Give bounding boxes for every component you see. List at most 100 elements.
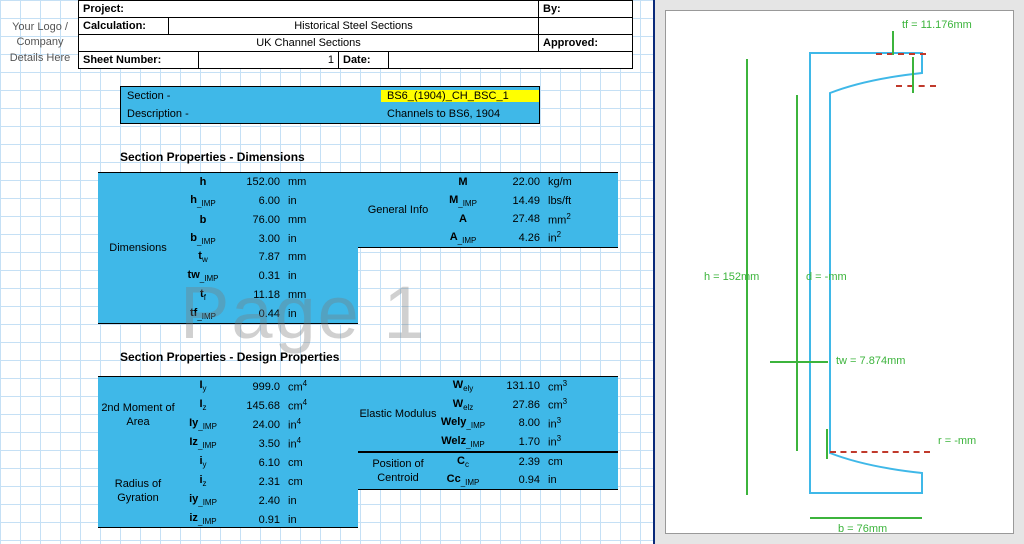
- symbol: h: [178, 176, 228, 188]
- symbol: M: [438, 176, 488, 188]
- radius-gyration-label: Radius of Gyration: [98, 453, 178, 529]
- symbol: h_IMP: [178, 194, 228, 208]
- unit: mm: [288, 251, 338, 263]
- dimensions-rows: h152.00mmh_IMP6.00inb76.00mmb_IMP3.00int…: [178, 173, 358, 323]
- dim-line-tw: [770, 361, 828, 363]
- unit: mm2: [548, 212, 598, 227]
- general-info-rows: M22.00kg/mM_IMP14.49lbs/ftA27.48mm2A_IMP…: [438, 173, 618, 247]
- data-row: A27.48mm2: [438, 210, 618, 229]
- header-table: Project: By: Calculation: Historical Ste…: [78, 0, 633, 69]
- value: 4.26: [488, 232, 548, 244]
- design-left-block: 2nd Moment of Area Iy999.0cm4Iz145.68cm4…: [98, 376, 358, 528]
- symbol: tf: [178, 288, 228, 302]
- data-row: Wely131.10cm3: [438, 377, 618, 396]
- centroid-block: Position of Centroid Cc2.39cmCc_IMP0.94i…: [358, 452, 618, 490]
- value: 2.40: [228, 495, 288, 507]
- dim-d: d = -mm: [806, 271, 847, 283]
- unit: in4: [288, 436, 338, 451]
- unit: kg/m: [548, 176, 598, 188]
- symbol: Iy_IMP: [178, 417, 228, 431]
- value: 0.94: [488, 474, 548, 486]
- symbol: A_IMP: [438, 231, 488, 245]
- value: 14.49: [488, 195, 548, 207]
- dim-line-d: [796, 95, 798, 451]
- unit: mm: [288, 176, 338, 188]
- value: 152.00: [228, 176, 288, 188]
- unit: mm: [288, 289, 338, 301]
- dim-dash-r: [830, 451, 930, 453]
- data-row: b_IMP3.00in: [178, 229, 358, 248]
- value: 0.44: [228, 308, 288, 320]
- value: 0.91: [228, 514, 288, 526]
- data-row: iz2.31cm: [178, 472, 358, 491]
- symbol: iy: [178, 455, 228, 469]
- symbol: Wely_IMP: [438, 416, 488, 430]
- date-value: [389, 52, 632, 68]
- dimensions-block: Dimensions h152.00mmh_IMP6.00inb76.00mmb…: [98, 172, 358, 324]
- data-row: tf_IMP0.44in: [178, 304, 358, 323]
- dim-line-r: [826, 429, 828, 459]
- data-row: iy_IMP2.40in: [178, 491, 358, 510]
- project-label: Project:: [79, 1, 539, 17]
- symbol: iz: [178, 474, 228, 488]
- unit: cm3: [548, 379, 598, 394]
- diagram-panel: tf = 11.176mm h = 152mm d = -mm tw = 7.8…: [655, 0, 1024, 544]
- value: 11.18: [228, 289, 288, 301]
- data-row: M22.00kg/m: [438, 173, 618, 192]
- calculation-label: Calculation:: [79, 18, 169, 34]
- elastic-modulus-block: Elastic Modulus Wely131.10cm3Welz27.86cm…: [358, 376, 618, 452]
- unit: cm: [288, 457, 338, 469]
- dim-dash-top: [876, 53, 926, 55]
- section-value[interactable]: BS6_(1904)_CH_BSC_1: [381, 90, 539, 102]
- symbol: b_IMP: [178, 232, 228, 246]
- dim-r: r = -mm: [938, 435, 976, 447]
- by-label: By:: [539, 1, 632, 17]
- value: 2.39: [488, 456, 548, 468]
- sheet-number-value: 1: [199, 52, 339, 68]
- section-label: Section -: [121, 90, 381, 102]
- symbol: A: [438, 213, 488, 225]
- unit: cm4: [288, 398, 338, 413]
- section-info-box: Section - BS6_(1904)_CH_BSC_1 Descriptio…: [120, 86, 540, 124]
- value: 8.00: [488, 417, 548, 429]
- unit: in3: [548, 416, 598, 431]
- data-row: tf11.18mm: [178, 286, 358, 305]
- value: 131.10: [488, 380, 548, 392]
- value: 22.00: [488, 176, 548, 188]
- dimensions-heading: Section Properties - Dimensions: [120, 150, 305, 164]
- value: 6.00: [228, 195, 288, 207]
- unit: in: [288, 233, 338, 245]
- dimensions-label: Dimensions: [98, 173, 178, 323]
- unit: in: [548, 474, 598, 486]
- description-label: Description -: [121, 108, 381, 120]
- approved-label: Approved:: [539, 35, 632, 51]
- data-row: tw_IMP0.31in: [178, 267, 358, 286]
- centroid-label: Position of Centroid: [358, 453, 438, 489]
- symbol: Wely: [438, 379, 488, 393]
- value: 7.87: [228, 251, 288, 263]
- value: 27.86: [488, 399, 548, 411]
- symbol: Welz_IMP: [438, 435, 488, 449]
- unit: cm3: [548, 397, 598, 412]
- dim-b: b = 76mm: [838, 523, 887, 535]
- dim-line-b: [810, 517, 922, 519]
- dim-h: h = 152mm: [704, 271, 759, 283]
- second-moment-rows: Iy999.0cm4Iz145.68cm4Iy_IMP24.00in4Iz_IM…: [178, 377, 358, 453]
- value: 76.00: [228, 214, 288, 226]
- data-row: iz_IMP0.91in: [178, 510, 358, 529]
- value: 3.00: [228, 233, 288, 245]
- unit: in: [288, 308, 338, 320]
- dim-tw: tw = 7.874mm: [836, 355, 905, 367]
- value: 0.31: [228, 270, 288, 282]
- symbol: tw_IMP: [178, 269, 228, 283]
- value: 2.31: [228, 476, 288, 488]
- design-heading: Section Properties - Design Properties: [120, 350, 339, 364]
- general-info-block: General Info M22.00kg/mM_IMP14.49lbs/ftA…: [358, 172, 618, 248]
- unit: in3: [548, 434, 598, 449]
- data-row: Iy_IMP24.00in4: [178, 415, 358, 434]
- value: 3.50: [228, 438, 288, 450]
- value: 1.70: [488, 436, 548, 448]
- symbol: Iy: [178, 379, 228, 393]
- data-row: Cc2.39cm: [438, 453, 618, 471]
- subtitle: UK Channel Sections: [79, 35, 539, 51]
